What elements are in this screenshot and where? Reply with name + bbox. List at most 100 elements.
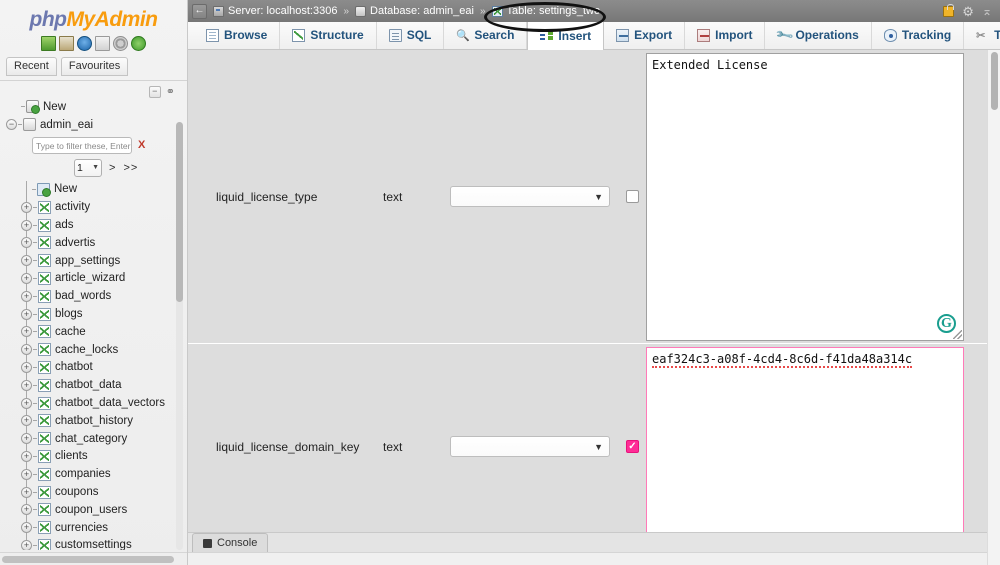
breadcrumb-server[interactable]: Server: localhost:3306 (213, 5, 337, 17)
sidebar-tab-recent[interactable]: Recent (6, 57, 57, 76)
expand-node-icon[interactable]: + (21, 237, 32, 249)
collapse-icon[interactable]: ⌅ (982, 5, 992, 17)
tree-item-table[interactable]: + customsettings (6, 537, 180, 550)
tree-item-table[interactable]: + cache_locks (6, 341, 180, 359)
collapse-node-icon[interactable]: − (6, 119, 17, 131)
expand-node-icon[interactable]: + (21, 361, 32, 373)
expand-node-icon[interactable]: + (21, 486, 32, 498)
next-page-link[interactable]: > (109, 162, 116, 174)
tree-item-table[interactable]: + article_wizard (6, 270, 180, 288)
tree-item-table[interactable]: + coupon_users (6, 501, 180, 519)
docs-icon[interactable] (77, 36, 92, 51)
expand-node-icon[interactable]: + (21, 272, 32, 284)
expand-node-icon[interactable]: + (21, 201, 32, 213)
phpmyadmin-window: phpMyAdmin Recent Favourites − ⚭ New − a… (0, 0, 1000, 565)
expand-node-icon[interactable]: + (21, 450, 32, 462)
tab-browse[interactable]: Browse (194, 21, 281, 49)
tree-connector (33, 455, 37, 457)
tree-item-label: chatbot (55, 361, 93, 374)
tab-import[interactable]: Import (685, 21, 766, 49)
tree-item-table[interactable]: + clients (6, 448, 180, 466)
console-toggle[interactable]: Console (192, 533, 269, 552)
null-checkbox[interactable] (626, 440, 639, 453)
sidebar-horizontal-scrollbar-thumb[interactable] (2, 556, 174, 563)
expand-node-icon[interactable]: + (21, 468, 32, 480)
home-icon[interactable] (41, 36, 56, 51)
tab-tracking[interactable]: Tracking (872, 21, 965, 49)
tree-item-table[interactable]: + cache (6, 323, 180, 341)
tree-item-table[interactable]: + chat_category (6, 430, 180, 448)
tab-search[interactable]: 🔍 Search (444, 21, 528, 49)
settings-gear-icon[interactable] (113, 36, 128, 51)
expand-node-icon[interactable]: + (21, 290, 32, 302)
tab-export[interactable]: Export (604, 21, 686, 49)
tree-item-table[interactable]: + advertis (6, 234, 180, 252)
tab-label: Structure (310, 28, 364, 42)
clear-filter-icon[interactable]: X (138, 139, 145, 151)
expand-node-icon[interactable]: + (21, 433, 32, 445)
tree-item-database-admin-eai[interactable]: − admin_eai (6, 116, 180, 134)
value-textarea[interactable]: eaf324c3-a08f-4cd4-8c6d-f41da48a314c (646, 347, 964, 547)
tree-item-table[interactable]: + chatbot_data (6, 376, 180, 394)
tree-item-label: cache (55, 325, 86, 338)
sidebar-horizontal-scrollbar[interactable] (0, 552, 187, 565)
wiki-icon[interactable] (95, 36, 110, 51)
table-icon (38, 200, 51, 214)
expand-node-icon[interactable]: + (21, 397, 32, 409)
tab-sql[interactable]: SQL (377, 21, 445, 49)
sidebar-vertical-scrollbar-thumb[interactable] (176, 122, 183, 302)
function-select[interactable]: ▼ (450, 436, 610, 457)
null-checkbox[interactable] (626, 190, 639, 203)
page-number-select[interactable]: 1 ▼ (74, 158, 102, 177)
tree-item-table[interactable]: + coupons (6, 483, 180, 501)
page-vertical-scrollbar[interactable] (987, 50, 1000, 565)
tree-item-table[interactable]: + currencies (6, 519, 180, 537)
link-with-main-panel-icon[interactable]: ⚭ (166, 85, 175, 98)
expand-node-icon[interactable]: + (21, 504, 32, 516)
expand-node-icon[interactable]: + (21, 344, 32, 356)
sidebar-tab-favourites[interactable]: Favourites (60, 57, 129, 76)
value-textarea[interactable]: Extended License G (646, 53, 964, 341)
sidebar-vertical-scrollbar[interactable] (176, 122, 183, 550)
tab-triggers[interactable]: ✂ Triggers (964, 21, 1000, 49)
expand-node-icon[interactable]: + (21, 219, 32, 231)
expand-node-icon[interactable]: + (21, 308, 32, 320)
collapse-all-icon[interactable]: − (148, 85, 161, 98)
tree-item-label: New (54, 183, 78, 196)
gear-icon[interactable]: ⚙ (962, 5, 974, 18)
last-page-link[interactable]: >> (123, 162, 138, 174)
tab-structure[interactable]: Structure (280, 21, 377, 49)
expand-node-icon[interactable]: + (21, 539, 32, 550)
tree-item-table[interactable]: + companies (6, 465, 180, 483)
function-select[interactable]: ▼ (450, 186, 610, 207)
table-filter-input[interactable]: Type to filter these, Enter (32, 136, 132, 154)
tree-item-table[interactable]: + activity (6, 198, 180, 216)
tree-connector (33, 402, 37, 404)
tree-item-table[interactable]: + chatbot_history (6, 412, 180, 430)
tree-item-table[interactable]: + chatbot (6, 359, 180, 377)
tree-item-new-database[interactable]: New (6, 98, 180, 116)
phpmyadmin-logo[interactable]: phpMyAdmin (0, 0, 187, 34)
lock-icon[interactable] (943, 3, 955, 17)
resize-handle[interactable] (953, 330, 962, 339)
tree-item-table[interactable]: + app_settings (6, 252, 180, 270)
refresh-icon[interactable] (131, 36, 146, 51)
expand-node-icon[interactable]: + (21, 379, 32, 391)
expand-node-icon[interactable]: + (21, 255, 32, 267)
tree-item-table[interactable]: + blogs (6, 305, 180, 323)
breadcrumb-table[interactable]: Table: settings_two (491, 5, 600, 17)
expand-node-icon[interactable]: + (21, 326, 32, 338)
tab-insert[interactable]: Insert (527, 21, 605, 50)
tree-item-table[interactable]: + bad_words (6, 287, 180, 305)
back-icon[interactable]: ← (192, 3, 207, 19)
logout-icon[interactable] (59, 36, 74, 51)
tree-item-table[interactable]: + chatbot_data_vectors (6, 394, 180, 412)
tree-item-new-table[interactable]: New (6, 181, 180, 199)
tab-operations[interactable]: 🔧 Operations (765, 21, 872, 49)
breadcrumb-database[interactable]: Database: admin_eai (355, 5, 474, 17)
expand-node-icon[interactable]: + (21, 415, 32, 427)
column-type: text (383, 189, 403, 204)
page-vertical-scrollbar-thumb[interactable] (991, 52, 998, 110)
tree-item-table[interactable]: + ads (6, 216, 180, 234)
expand-node-icon[interactable]: + (21, 522, 32, 534)
